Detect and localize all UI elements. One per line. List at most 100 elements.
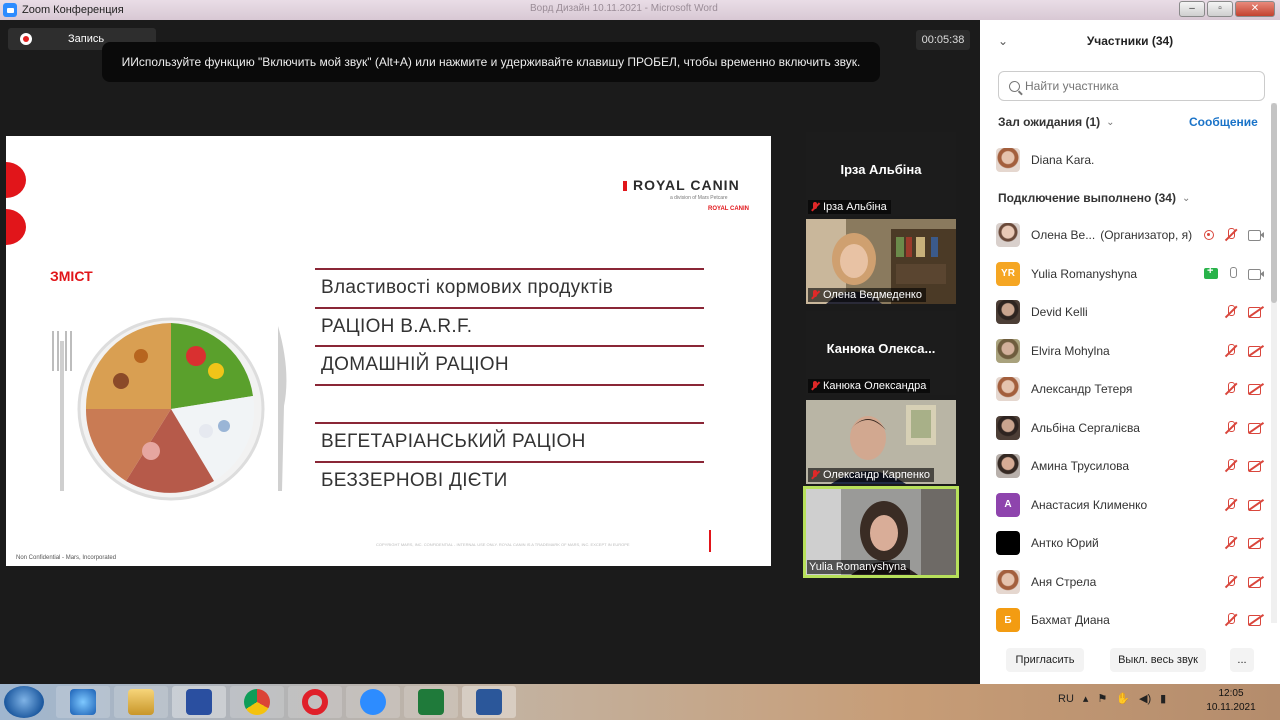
zoom-app-icon [3, 3, 17, 17]
camera-off-icon[interactable] [1248, 306, 1264, 318]
mute-all-button[interactable]: Выкл. весь звук [1110, 648, 1206, 672]
avatar: YR [996, 261, 1020, 286]
flag-icon[interactable]: ⚑ [1097, 692, 1107, 705]
camera-off-icon[interactable] [1248, 460, 1264, 472]
camera-off-icon[interactable] [1248, 383, 1264, 395]
participant-row[interactable]: Александр Тетеря [996, 370, 1264, 408]
waiting-participant-row[interactable]: Diana Kara. [996, 141, 1264, 179]
screen-share-icon[interactable] [1204, 265, 1218, 279]
video-label: Ірза Альбіна [823, 201, 887, 213]
antivirus-icon[interactable]: ✋ [1116, 692, 1130, 705]
camera-off-icon[interactable] [1248, 576, 1264, 588]
participant-row[interactable]: Олена Ве... (Организатор, я) [996, 216, 1264, 254]
participant-row[interactable]: Альбіна Сергалієва [996, 409, 1264, 447]
scrollbar-thumb[interactable] [1271, 103, 1277, 303]
participant-row[interactable]: Аня Стрела [996, 563, 1264, 601]
video-label: Олена Ведмеденко [823, 289, 922, 301]
title-bar: Zoom Конференция Ворд Дизайн 10.11.2021 … [0, 0, 1280, 20]
mic-muted-icon[interactable] [1224, 536, 1238, 550]
save-icon[interactable] [172, 686, 226, 718]
zoom-icon[interactable] [346, 686, 400, 718]
more-options-button[interactable]: ... [1230, 648, 1254, 672]
avatar [996, 569, 1020, 594]
mic-muted-icon[interactable] [1224, 459, 1238, 473]
language-indicator[interactable]: RU [1058, 693, 1074, 705]
participant-row[interactable]: YR Yulia Romanyshyna [996, 255, 1264, 293]
minimize-button[interactable]: – [1179, 1, 1205, 17]
opera-icon[interactable] [288, 686, 342, 718]
participant-row[interactable]: А Анастасия Клименко [996, 486, 1264, 524]
camera-off-icon[interactable] [1248, 345, 1264, 357]
chrome-icon[interactable] [230, 686, 284, 718]
mic-muted-icon[interactable] [1224, 305, 1238, 319]
participant-row[interactable]: Б Бахмат Диана [996, 601, 1264, 639]
participant-status-icons [1224, 382, 1264, 396]
participant-name: Devid Kelli [1031, 305, 1088, 319]
chevron-down-icon: ⌄ [1106, 116, 1115, 128]
word-icon[interactable] [462, 686, 516, 718]
search-input[interactable] [1025, 79, 1245, 93]
participant-big-name: Канюка Олекса... [826, 341, 936, 356]
ie-icon[interactable] [56, 686, 110, 718]
video-label: Олександр Карпенко [823, 469, 931, 481]
participant-big-name: Ірза Альбіна [840, 162, 922, 177]
clock-date: 10.11.2021 [1206, 702, 1256, 713]
mic-muted-icon[interactable] [1224, 382, 1238, 396]
video-tile[interactable]: Олександр Карпенко [806, 400, 956, 484]
camera-off-icon[interactable] [1248, 499, 1264, 511]
participant-status-icons [1224, 497, 1264, 512]
participant-name: Антко Юрий [1031, 536, 1099, 550]
camera-off-icon[interactable] [1248, 614, 1264, 626]
connected-header[interactable]: Подключение выполнено (34) ⌄ [998, 191, 1190, 205]
volume-icon[interactable]: ◀) [1139, 692, 1151, 705]
participant-search[interactable] [998, 71, 1265, 101]
excel-icon[interactable] [404, 686, 458, 718]
participant-row[interactable]: Elvira Mohylna [996, 332, 1264, 370]
camera-icon[interactable] [1248, 229, 1264, 241]
maximize-button[interactable]: ▫ [1207, 1, 1233, 17]
participants-scrollbar[interactable] [1271, 103, 1277, 623]
camera-off-icon[interactable] [1248, 537, 1264, 549]
recording-icon[interactable] [1204, 230, 1214, 240]
taskbar-clock[interactable]: 12:05 10.11.2021 [1200, 687, 1262, 715]
participant-row[interactable]: Амина Трусилова [996, 447, 1264, 485]
video-tile-active-speaker[interactable]: Yulia Romanyshyna [803, 486, 959, 578]
message-waiting-link[interactable]: Сообщение [1189, 115, 1258, 129]
participant-name: Yulia Romanyshyna [1031, 266, 1138, 281]
start-button[interactable] [4, 686, 44, 718]
participant-name: Амина Трусилова [1031, 459, 1130, 473]
video-label: Канюка Олександра [823, 380, 927, 392]
avatar: Б [996, 608, 1020, 632]
mic-muted-icon [810, 290, 820, 300]
camera-icon[interactable] [1248, 268, 1264, 280]
participant-name: Альбіна Сергалієва [1031, 420, 1140, 435]
mic-muted-icon[interactable] [1224, 497, 1238, 512]
camera-off-icon[interactable] [1248, 422, 1264, 434]
slide-footer-copyright: COPYRIGHT MARS, INC. CONFIDENTIAL - INTE… [376, 542, 630, 547]
participant-row[interactable]: Devid Kelli [996, 293, 1264, 331]
video-tile[interactable]: Олена Ведмеденко [806, 219, 956, 304]
waiting-room-header[interactable]: Зал ожидания (1) ⌄ [998, 115, 1115, 129]
participant-status-icons [1204, 265, 1264, 281]
mic-muted-icon[interactable] [1224, 574, 1238, 589]
video-tile[interactable]: Ірза Альбіна Ірза Альбіна [806, 132, 956, 216]
avatar [996, 223, 1020, 247]
record-label: Запись [68, 33, 105, 45]
decor-red-circle [6, 209, 26, 245]
folder-icon[interactable] [114, 686, 168, 718]
network-icon[interactable]: ▮ [1160, 692, 1166, 705]
invite-button[interactable]: Пригласить [1006, 648, 1084, 672]
mic-muted-icon[interactable] [1224, 228, 1238, 242]
avatar [996, 415, 1020, 440]
mic-muted-icon[interactable] [1224, 613, 1238, 627]
mic-muted-icon[interactable] [1224, 343, 1238, 358]
mic-muted-icon[interactable] [1224, 420, 1238, 435]
slide-heading: ЗМІСТ [50, 268, 93, 284]
video-label: Yulia Romanyshyna [809, 561, 907, 573]
participant-row[interactable]: Антко Юрий [996, 524, 1264, 562]
mic-icon[interactable] [1228, 266, 1238, 281]
video-tile[interactable]: Канюка Олекса... Канюка Олександра [806, 311, 956, 395]
tray-chevron-icon[interactable]: ▴ [1083, 692, 1089, 705]
close-button[interactable]: ✕ [1235, 1, 1275, 17]
participant-name: Александр Тетеря [1031, 382, 1133, 396]
